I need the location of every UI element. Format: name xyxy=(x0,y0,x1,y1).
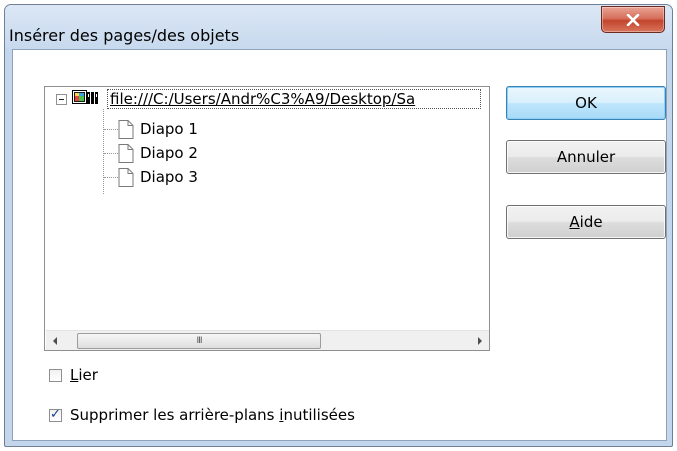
page-icon xyxy=(118,144,134,163)
tree-item-slide-1[interactable]: Diapo 1 xyxy=(140,120,198,138)
help-label: ide xyxy=(579,213,603,231)
help-button[interactable]: Aide xyxy=(506,205,666,239)
link-checkbox[interactable] xyxy=(49,368,62,382)
tree-connector-line xyxy=(104,153,118,154)
page-icon xyxy=(118,168,134,187)
tree-item-slide-2[interactable]: Diapo 2 xyxy=(140,144,198,162)
help-mnemonic: A xyxy=(569,213,580,231)
ok-button[interactable]: OK xyxy=(506,86,666,120)
title-bar[interactable]: Insérer des pages/des objets xyxy=(5,5,672,49)
scrollbar-thumb[interactable]: III xyxy=(77,333,321,349)
delete-unused-backgrounds-option[interactable]: Supprimer les arrière-plans inutilisées xyxy=(49,406,355,424)
page-icon xyxy=(118,120,134,139)
tree-root-file-path[interactable]: file:///C:/Users/Andr%C3%A9/Desktop/Sa xyxy=(107,89,481,109)
dialog-window: Insérer des pages/des objets file:///C:/… xyxy=(4,4,673,447)
collapse-toggle-icon[interactable] xyxy=(56,94,67,105)
dialog-content: file:///C:/Users/Andr%C3%A9/Desktop/Sa D… xyxy=(12,49,667,441)
chevron-left-icon xyxy=(53,337,57,345)
dialog-title: Insérer des pages/des objets xyxy=(9,26,240,45)
presentation-icon xyxy=(72,90,98,104)
link-option[interactable]: Lier xyxy=(49,366,98,384)
delete-unused-backgrounds-label: Supprimer les arrière-plans inutilisées xyxy=(70,406,355,424)
tree-connector-line xyxy=(104,129,118,130)
chevron-right-icon xyxy=(478,337,482,345)
tree-item-slide-3[interactable]: Diapo 3 xyxy=(140,168,198,186)
scroll-right-button[interactable] xyxy=(471,331,489,351)
slides-tree[interactable]: file:///C:/Users/Andr%C3%A9/Desktop/Sa D… xyxy=(44,86,490,351)
link-label: Lier xyxy=(70,366,98,384)
scrollbar-grip: III xyxy=(196,335,203,346)
cancel-button[interactable]: Annuler xyxy=(506,140,666,174)
tree-connector-line xyxy=(104,177,118,178)
close-button[interactable] xyxy=(601,6,665,33)
close-icon xyxy=(626,13,640,26)
horizontal-scrollbar[interactable]: III xyxy=(46,330,489,350)
scroll-left-button[interactable] xyxy=(46,331,64,351)
tree-connector-line xyxy=(103,109,104,194)
delete-unused-backgrounds-checkbox[interactable] xyxy=(49,407,62,422)
